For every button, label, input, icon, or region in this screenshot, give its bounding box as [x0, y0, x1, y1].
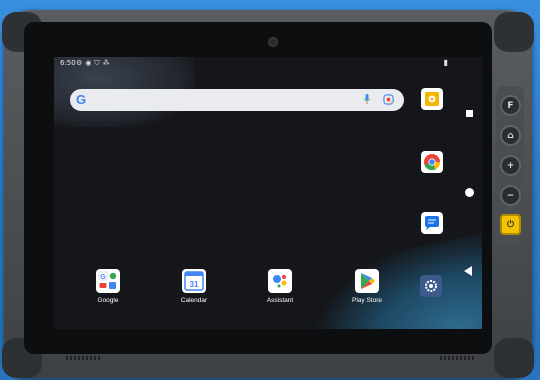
notification-icon: ⁂: [102, 59, 110, 67]
app-label: Google: [97, 297, 119, 304]
settings-app-icon[interactable]: [421, 88, 443, 110]
google-logo-icon: G: [76, 92, 87, 107]
home-hard-button[interactable]: ⌂: [500, 125, 521, 146]
corner-bumper: [494, 338, 534, 378]
mic-icon[interactable]: [364, 94, 370, 104]
corner-bumper: [494, 12, 534, 52]
speaker-grille: [440, 356, 476, 360]
app-label: Calendar: [180, 297, 208, 304]
volume-down-button[interactable]: −: [500, 185, 521, 206]
function-button[interactable]: F: [500, 95, 521, 116]
home-screen: 6:50 ⚙ ◉ ⛉ ⁂ ▮ G G Google 31 Calendar As…: [54, 57, 482, 329]
app-calendar[interactable]: 31 Calendar: [164, 269, 224, 304]
assistant-icon: [268, 269, 292, 293]
status-icons: ⚙ ◉ ⛉ ⁂: [76, 59, 110, 68]
app-assistant[interactable]: Assistant: [250, 269, 310, 304]
messages-icon[interactable]: [421, 212, 443, 234]
recents-button[interactable]: [466, 110, 473, 117]
app-label: Play Store: [352, 297, 382, 304]
svg-text:31: 31: [190, 280, 199, 289]
app-label: Assistant: [266, 297, 294, 304]
play-store-icon: [355, 269, 379, 293]
app-play-store[interactable]: Play Store: [337, 269, 397, 304]
google-search-bar[interactable]: G: [70, 89, 404, 111]
app-google-folder[interactable]: G Google: [78, 269, 138, 304]
volume-up-button[interactable]: +: [500, 155, 521, 176]
status-bar: 6:50 ⚙ ◉ ⛉ ⁂ ▮: [54, 57, 482, 71]
svg-text:G: G: [100, 274, 106, 281]
settings-gear-icon[interactable]: [420, 275, 442, 297]
shield-icon: ⛉: [94, 59, 100, 67]
home-button[interactable]: [465, 188, 474, 197]
calendar-icon: 31: [182, 269, 206, 293]
power-button[interactable]: ⏻: [500, 214, 521, 235]
battery-icon: ▮: [443, 58, 448, 67]
gear-icon: ⚙: [76, 59, 83, 67]
front-camera: [268, 37, 278, 47]
chrome-icon[interactable]: [421, 151, 443, 173]
google-folder-icon: G: [96, 269, 120, 293]
clock: 6:50: [60, 59, 76, 67]
android-icon: ◉: [85, 59, 92, 67]
speaker-grille: [66, 356, 102, 360]
lens-icon[interactable]: [383, 94, 394, 105]
back-button[interactable]: [464, 266, 473, 276]
